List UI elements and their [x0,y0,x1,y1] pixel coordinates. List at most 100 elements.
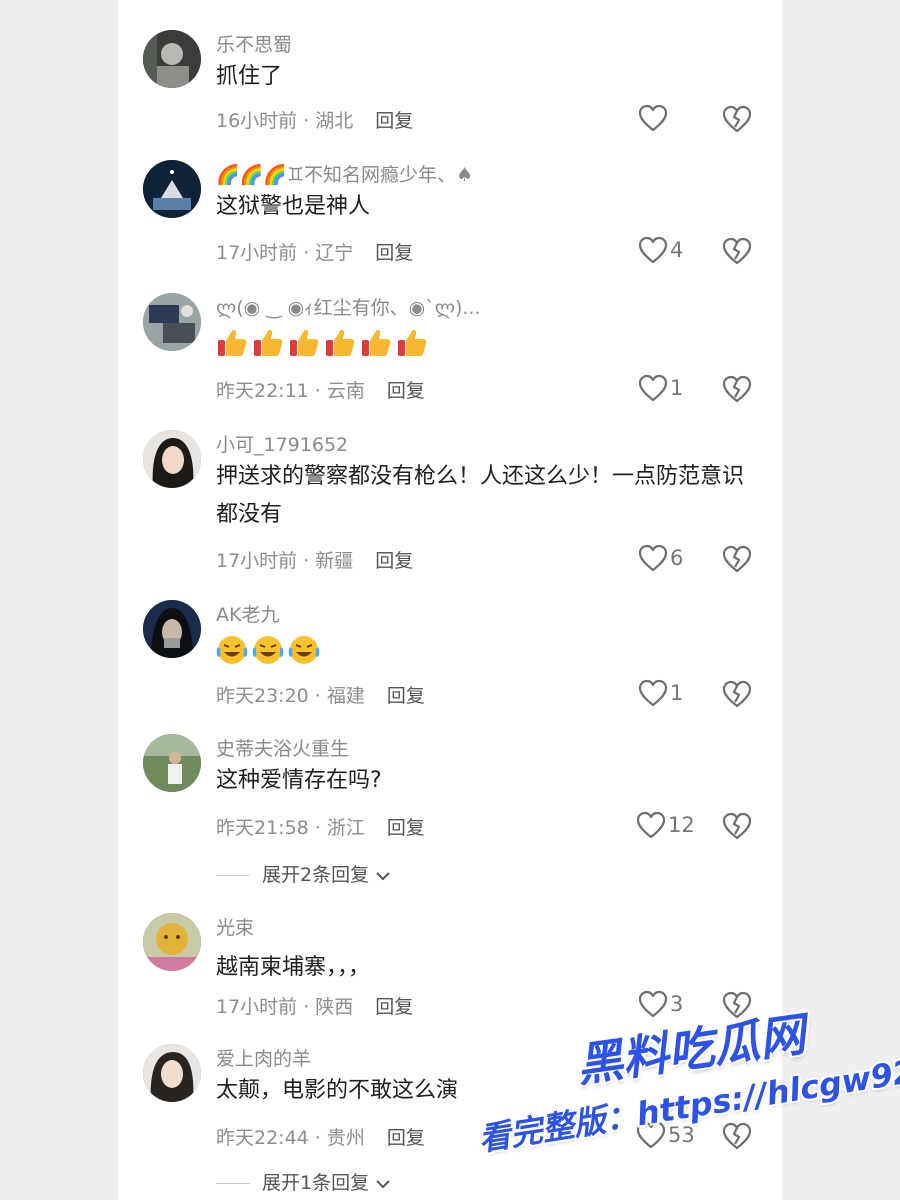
like-button[interactable]: 6 [638,544,698,574]
comment-item: 史蒂夫浴火重生 这种爱情存在吗? 昨天21:58 · 浙江 回复 12 展开2条回复 [118,734,782,894]
comment-username[interactable]: 史蒂夫浴火重生 [216,734,349,761]
like-count: 4 [670,238,684,262]
comment-meta: 昨天23:20 · 福建 回复 [216,685,425,707]
thumbs-up-emoji [362,330,391,356]
comment-meta: 昨天21:58 · 浙江 回复 [216,817,425,839]
comment-item: 小可_1791652 押送求的警察都没有枪么！人还这么少！一点防范意识都没有 1… [118,430,782,580]
avatar[interactable] [143,293,201,351]
comment-meta: 17小时前 · 陕西 回复 [216,996,414,1018]
like-button[interactable] [638,104,698,134]
comment-time: 昨天22:44 [216,1127,309,1149]
comment-username[interactable]: ლ(◉ ‿ ◉ｨ红尘有你、◉`ლ)... [216,293,480,320]
heart-icon [638,679,668,707]
like-count: 3 [670,992,684,1016]
heart-icon [638,374,668,402]
reply-button[interactable]: 回复 [375,550,413,572]
comment-item: ლ(◉ ‿ ◉ｨ红尘有你、◉`ლ)... 昨天22:11 · 云南 回复 1 [118,293,782,403]
avatar[interactable] [143,430,201,488]
comment-time: 16小时前 [216,110,298,132]
comment-username[interactable]: 爱上肉的羊 [216,1044,311,1071]
comment-location: 贵州 [326,1127,365,1149]
thumbs-up-emoji [254,330,283,356]
comment-location: 云南 [326,380,365,402]
broken-heart-icon[interactable] [722,1122,752,1150]
expand-replies-button[interactable]: 展开1条回复 [216,1168,391,1195]
expand-replies-label: 展开2条回复 [262,864,370,886]
avatar[interactable] [143,913,201,971]
comment-meta: 昨天22:11 · 云南 回复 [216,380,425,402]
divider [216,875,250,876]
like-button[interactable]: 1 [638,679,698,709]
like-count: 1 [670,376,684,400]
comment-time: 昨天23:20 [216,685,309,707]
comment-time: 17小时前 [216,550,298,572]
crying-laughing-emoji [252,636,284,664]
comment-time: 昨天21:58 [216,817,309,839]
reply-button[interactable]: 回复 [387,817,425,839]
reply-button[interactable]: 回复 [387,1127,425,1149]
comment-location: 陕西 [315,996,354,1018]
reply-button[interactable]: 回复 [375,996,413,1018]
comment-username[interactable]: 🌈🌈🌈♊不知名网瘾少年、♠ [216,160,473,187]
reply-button[interactable]: 回复 [387,380,425,402]
comment-text: 押送求的警察都没有枪么！人还这么少！一点防范意识都没有 [216,464,745,527]
comment-item: 乐不思蜀 抓住了 16小时前 · 湖北 回复 [118,30,782,140]
avatar[interactable] [143,30,201,88]
emoji-row [216,634,324,666]
heart-icon [638,104,668,132]
avatar[interactable] [143,734,201,792]
comment-item: AK老九 昨天23:20 · 福建 回复 1 [118,600,782,710]
comment-location: 福建 [326,685,365,707]
broken-heart-icon[interactable] [722,375,752,403]
divider [216,1183,250,1184]
avatar[interactable] [143,600,201,658]
comment-item: 光束 越南柬埔寨，，， 17小时前 · 陕西 回复 3 [118,913,782,1023]
broken-heart-icon[interactable] [722,680,752,708]
comment-time: 17小时前 [216,996,298,1018]
broken-heart-icon[interactable] [722,105,752,133]
comment-meta: 16小时前 · 湖北 回复 [216,110,414,132]
thumbs-up-emoji [218,330,247,356]
reply-button[interactable]: 回复 [375,242,413,264]
comment-location: 湖北 [315,110,354,132]
comment-item: 🌈🌈🌈♊不知名网瘾少年、♠ 这狱警也是神人 17小时前 · 辽宁 回复 4 [118,160,782,270]
thumbs-up-emoji [290,330,319,356]
comment-username[interactable]: 乐不思蜀 [216,30,292,57]
comment-time: 昨天22:11 [216,380,309,402]
crying-laughing-emoji [216,636,248,664]
crying-laughing-emoji [288,636,320,664]
heart-icon [638,990,668,1018]
comment-text: 这狱警也是神人 [216,194,371,219]
avatar[interactable] [143,1044,201,1102]
like-button[interactable]: 12 [636,811,696,841]
comment-text: 这种爱情存在吗? [216,768,382,793]
broken-heart-icon[interactable] [722,545,752,573]
avatar[interactable] [143,160,201,218]
comment-time: 17小时前 [216,242,298,264]
broken-heart-icon[interactable] [722,237,752,265]
comment-text: 抓住了 [216,64,283,89]
thumbs-up-emoji [398,330,427,356]
reply-button[interactable]: 回复 [375,110,413,132]
like-count: 6 [670,546,684,570]
heart-icon [638,544,668,572]
emoji-row [216,327,432,359]
comment-meta: 昨天22:44 · 贵州 回复 [216,1127,425,1149]
comment-text: 越南柬埔寨，，， [216,955,371,980]
comment-location: 浙江 [326,817,365,839]
reply-button[interactable]: 回复 [387,685,425,707]
chevron-down-icon [376,871,390,880]
comment-username[interactable]: AK老九 [216,600,279,627]
comment-location: 新疆 [315,550,354,572]
heart-icon [638,236,668,264]
like-button[interactable]: 1 [638,374,698,404]
comment-username[interactable]: 光束 [216,913,254,940]
broken-heart-icon[interactable] [722,812,752,840]
like-button[interactable]: 4 [638,236,698,266]
expand-replies-button[interactable]: 展开2条回复 [216,860,391,887]
like-count: 12 [668,813,695,837]
comment-username[interactable]: 小可_1791652 [216,430,348,457]
comment-meta: 17小时前 · 新疆 回复 [216,550,414,572]
thumbs-up-emoji [326,330,355,356]
heart-icon [636,811,666,839]
